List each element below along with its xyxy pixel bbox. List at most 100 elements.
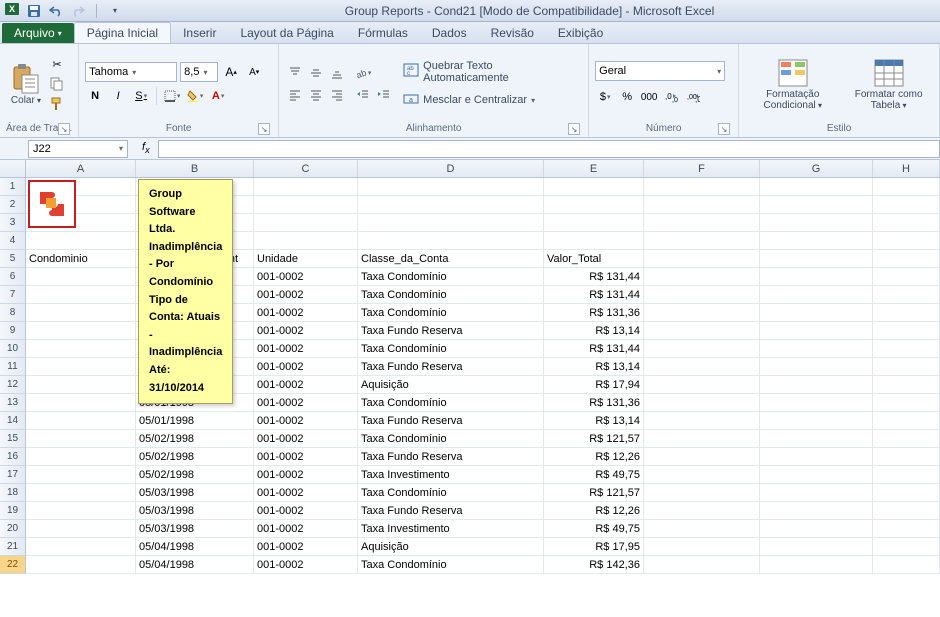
cell[interactable]: Unidade (254, 250, 358, 268)
cell[interactable]: R$ 131,44 (544, 340, 644, 358)
merge-center-button[interactable]: a Mesclar e Centralizar ▾ (400, 91, 582, 110)
qat-dropdown-icon[interactable]: ▾ (107, 3, 123, 19)
row-header[interactable]: 9 (0, 322, 26, 340)
cell[interactable] (644, 376, 760, 394)
cell[interactable]: R$ 121,57 (544, 430, 644, 448)
percent-icon[interactable]: % (617, 87, 637, 107)
cell[interactable] (760, 268, 873, 286)
dialog-launcher-icon[interactable]: ↘ (718, 123, 730, 135)
row-header[interactable]: 1 (0, 178, 26, 196)
row-header[interactable]: 16 (0, 448, 26, 466)
cell[interactable] (544, 178, 644, 196)
row-header[interactable]: 22 (0, 556, 26, 574)
tab-review[interactable]: Revisão (479, 23, 546, 43)
cell[interactable]: R$ 142,36 (544, 556, 644, 574)
align-right-icon[interactable] (327, 85, 347, 105)
cell[interactable] (644, 556, 760, 574)
cell[interactable] (644, 322, 760, 340)
cell[interactable] (760, 322, 873, 340)
cell[interactable]: Taxa Fundo Reserva (358, 412, 544, 430)
cell[interactable] (26, 304, 136, 322)
wrap-text-button[interactable]: abc Quebrar Texto Automaticamente (400, 59, 582, 85)
cell[interactable] (254, 196, 358, 214)
cell[interactable] (760, 196, 873, 214)
cell[interactable]: R$ 17,95 (544, 538, 644, 556)
cell[interactable] (358, 214, 544, 232)
copy-icon[interactable] (48, 75, 66, 93)
cell[interactable] (26, 520, 136, 538)
cell[interactable]: 001-0002 (254, 538, 358, 556)
cell[interactable] (760, 394, 873, 412)
cell[interactable] (26, 376, 136, 394)
cell[interactable] (873, 430, 940, 448)
cell[interactable] (644, 448, 760, 466)
row-header[interactable]: 14 (0, 412, 26, 430)
cell[interactable] (26, 358, 136, 376)
row-header[interactable]: 4 (0, 232, 26, 250)
cell[interactable] (26, 268, 136, 286)
cell[interactable] (26, 484, 136, 502)
cell[interactable] (358, 196, 544, 214)
row-header[interactable]: 6 (0, 268, 26, 286)
cell[interactable] (644, 412, 760, 430)
tab-file[interactable]: Arquivo (2, 23, 74, 43)
cell[interactable]: 001-0002 (254, 286, 358, 304)
cell[interactable]: 001-0002 (254, 268, 358, 286)
cell[interactable] (26, 322, 136, 340)
column-header[interactable]: E (544, 160, 644, 177)
cell[interactable] (760, 484, 873, 502)
cell[interactable] (26, 394, 136, 412)
column-header[interactable]: A (26, 160, 136, 177)
cell[interactable]: Condominio (26, 250, 136, 268)
grow-font-icon[interactable]: A▴ (221, 62, 241, 82)
cell[interactable]: Taxa Investimento (358, 520, 544, 538)
cell[interactable] (760, 232, 873, 250)
row-header[interactable]: 11 (0, 358, 26, 376)
cell[interactable] (644, 250, 760, 268)
cell[interactable] (873, 484, 940, 502)
column-header[interactable]: G (760, 160, 873, 177)
cell[interactable] (358, 178, 544, 196)
cell[interactable]: Taxa Fundo Reserva (358, 448, 544, 466)
cell[interactable] (254, 214, 358, 232)
align-top-icon[interactable] (285, 63, 305, 83)
cell[interactable]: Taxa Condomínio (358, 286, 544, 304)
row-header[interactable]: 18 (0, 484, 26, 502)
comma-icon[interactable]: 000 (639, 87, 659, 107)
cell[interactable] (873, 214, 940, 232)
cell[interactable] (873, 232, 940, 250)
cell[interactable] (26, 430, 136, 448)
cell[interactable]: 001-0002 (254, 322, 358, 340)
cell[interactable] (873, 268, 940, 286)
cell[interactable]: 001-0002 (254, 502, 358, 520)
cell[interactable] (760, 556, 873, 574)
cell[interactable] (760, 340, 873, 358)
cell[interactable] (644, 214, 760, 232)
cell[interactable]: R$ 13,14 (544, 322, 644, 340)
redo-icon[interactable] (70, 3, 86, 19)
decrease-decimal-icon[interactable]: ,00,0 (683, 87, 703, 107)
row-header[interactable]: 10 (0, 340, 26, 358)
tab-layout[interactable]: Layout da Página (228, 23, 345, 43)
dialog-launcher-icon[interactable]: ↘ (568, 123, 580, 135)
tab-view[interactable]: Exibição (546, 23, 615, 43)
save-icon[interactable] (26, 3, 42, 19)
cell[interactable]: Taxa Investimento (358, 466, 544, 484)
cell[interactable] (644, 484, 760, 502)
increase-decimal-icon[interactable]: ,0,00 (661, 87, 681, 107)
cell[interactable]: 05/03/1998 (136, 502, 254, 520)
cell[interactable]: 001-0002 (254, 376, 358, 394)
row-header[interactable]: 8 (0, 304, 26, 322)
cell[interactable] (873, 448, 940, 466)
column-header[interactable]: H (873, 160, 940, 177)
cell[interactable] (644, 268, 760, 286)
conditional-formatting-button[interactable]: Formatação Condicional (745, 55, 840, 113)
cell[interactable] (873, 538, 940, 556)
cell[interactable]: Taxa Fundo Reserva (358, 502, 544, 520)
cell[interactable] (544, 214, 644, 232)
tab-formulas[interactable]: Fórmulas (346, 23, 420, 43)
cell[interactable] (544, 196, 644, 214)
cell[interactable] (644, 232, 760, 250)
cell[interactable] (873, 466, 940, 484)
cell[interactable] (760, 448, 873, 466)
